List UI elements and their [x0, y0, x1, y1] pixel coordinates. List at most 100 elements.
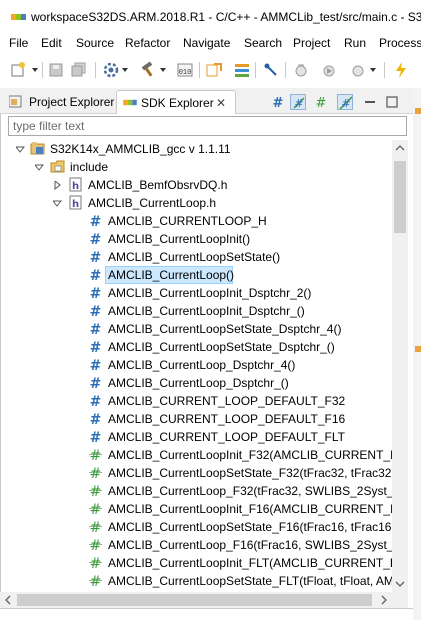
chevron-down-icon[interactable] — [53, 199, 62, 208]
chevron-right-icon[interactable] — [53, 181, 62, 190]
build-hammer-icon[interactable] — [139, 61, 157, 79]
chevron-down-icon[interactable] — [160, 67, 166, 73]
editor-marker-icon — [415, 108, 421, 114]
tree-item-function[interactable]: # AMCLIB_CurrentLoopSetState_F16(tFrac16… — [0, 518, 392, 536]
tree-item-macro[interactable]: # AMCLIB_CurrentLoopSetState() — [0, 248, 392, 266]
tree-item-macro[interactable]: # AMCLIB_CURRENT_LOOP_DEFAULT_F32 — [0, 392, 392, 410]
chevron-down-icon[interactable] — [370, 67, 376, 73]
macro-icon: # — [88, 375, 103, 390]
new-icon[interactable] — [9, 61, 27, 79]
horizontal-scroll-thumb[interactable] — [17, 594, 372, 606]
chevron-down-icon[interactable] — [32, 67, 38, 73]
header-file-icon: h — [68, 177, 83, 192]
svg-text:#: # — [90, 466, 102, 480]
tree-item-macro[interactable]: # AMCLIB_CurrentLoop_Dsptchr_() — [0, 374, 392, 392]
close-icon[interactable]: ✕ — [216, 96, 226, 110]
tree-item-function[interactable]: # AMCLIB_CurrentLoopInit_F32(AMCLIB_CURR… — [0, 446, 392, 464]
tree-item-macro[interactable]: # AMCLIB_CURRENTLOOP_H — [0, 212, 392, 230]
maximize-icon[interactable] — [384, 94, 400, 110]
function-icon: # — [88, 537, 103, 552]
menu-bar: File Edit Source Refactor Navigate Searc… — [0, 34, 421, 54]
menu-navigate[interactable]: Navigate — [183, 36, 230, 50]
tree-item-function[interactable]: # AMCLIB_CurrentLoop_F16(tFrac16, SWLIBS… — [0, 536, 392, 554]
tree-item-label: AMCLIB_CURRENTLOOP_H — [108, 214, 267, 228]
chevron-down-icon[interactable] — [122, 67, 128, 73]
tree-item-function[interactable]: # AMCLIB_CurrentLoopSetState_FLT(tFloat,… — [0, 572, 392, 590]
filter-input[interactable] — [13, 118, 403, 134]
chevron-down-icon[interactable] — [35, 163, 44, 172]
macro-icon: # — [88, 429, 103, 444]
menu-refactor[interactable]: Refactor — [125, 36, 170, 50]
vertical-scrollbar[interactable] — [392, 140, 408, 592]
open-element-icon[interactable] — [205, 61, 223, 79]
pin-icon[interactable] — [262, 61, 280, 79]
tree-item-macro[interactable]: # AMCLIB_CurrentLoopSetState_Dsptchr_() — [0, 338, 392, 356]
tab-project-explorer[interactable]: Project Explorer — [4, 90, 116, 113]
menu-file[interactable]: File — [9, 36, 28, 50]
macro-icon: # — [88, 303, 103, 318]
svg-text:#: # — [90, 268, 102, 282]
svg-text:#: # — [90, 538, 102, 552]
tree-item-macro[interactable]: # AMCLIB_CURRENT_LOOP_DEFAULT_F16 — [0, 410, 392, 428]
tree-item-header-file[interactable]: h AMCLIB_BemfObsrvDQ.h — [0, 176, 392, 194]
save-all-icon[interactable] — [70, 61, 88, 79]
binary-icon[interactable]: 010 — [176, 61, 194, 79]
main-toolbar: 010 — [0, 54, 421, 86]
scroll-left-icon[interactable] — [0, 592, 16, 608]
save-icon[interactable] — [47, 61, 65, 79]
menu-source[interactable]: Source — [76, 36, 114, 50]
run-config-icon[interactable] — [320, 61, 338, 79]
tree-item-include[interactable]: include — [0, 158, 392, 176]
collapse-icon[interactable]: # — [313, 94, 329, 110]
stack-icon[interactable] — [233, 61, 251, 79]
svg-text:#: # — [90, 304, 102, 318]
tree-item-function[interactable]: # AMCLIB_CurrentLoopSetState_F32(tFrac32… — [0, 464, 392, 482]
tree-item-sdk-root[interactable]: S32K14x_AMMCLIB_gcc v 1.1.11 — [0, 140, 392, 158]
tree-item-macro[interactable]: # AMCLIB_CurrentLoopInit_Dsptchr_() — [0, 302, 392, 320]
scroll-right-icon[interactable] — [376, 592, 392, 608]
external-tools-icon[interactable] — [349, 61, 367, 79]
tree-item-macro[interactable]: # AMCLIB_CurrentLoopInit_Dsptchr_2() — [0, 284, 392, 302]
tree-item-macro[interactable]: # AMCLIB_CurrentLoopInit() — [0, 230, 392, 248]
tree-item-macro-selected[interactable]: # AMCLIB_CurrentLoop() — [0, 266, 392, 284]
link-icon[interactable]: # — [290, 94, 306, 110]
macro-icon: # — [88, 339, 103, 354]
filter-icon[interactable]: # — [337, 94, 353, 110]
settings-icon[interactable] — [102, 61, 120, 79]
function-icon: # — [88, 519, 103, 534]
chevron-down-icon[interactable] — [16, 145, 25, 154]
show-definitions-icon[interactable]: # — [270, 94, 286, 110]
tree-item-label: S32K14x_AMMCLIB_gcc v 1.1.11 — [50, 142, 231, 156]
menu-project[interactable]: Project — [293, 36, 330, 50]
tree-item-label: AMCLIB_CURRENT_LOOP_DEFAULT_F32 — [108, 394, 346, 408]
tree-item-function[interactable]: # AMCLIB_CurrentLoopInit_F16(AMCLIB_CURR… — [0, 500, 392, 518]
tab-sdk-explorer[interactable]: SDK Explorer ✕ — [116, 90, 236, 114]
tree-item-label: AMCLIB_CurrentLoopInit_Dsptchr_2() — [108, 286, 312, 300]
sdk-tree: S32K14x_AMMCLIB_gcc v 1.1.11 include h A… — [0, 140, 392, 592]
svg-text:#: # — [294, 97, 303, 110]
macro-icon: # — [88, 357, 103, 372]
svg-text:h: h — [72, 199, 79, 210]
tree-item-function[interactable]: # AMCLIB_CurrentLoopInit_FLT(AMCLIB_CURR… — [0, 554, 392, 572]
svg-text:#: # — [90, 430, 102, 444]
scroll-down-icon[interactable] — [392, 576, 408, 592]
svg-text:h: h — [72, 181, 79, 192]
menu-processor[interactable]: Processo — [379, 36, 421, 50]
tree-item-label: AMCLIB_CurrentLoopInit_F32(AMCLIB_CURREN… — [108, 448, 392, 462]
horizontal-scrollbar[interactable] — [0, 592, 392, 608]
menu-run[interactable]: Run — [344, 36, 366, 50]
tree-item-macro[interactable]: # AMCLIB_CURRENT_LOOP_DEFAULT_FLT — [0, 428, 392, 446]
tree-item-macro[interactable]: # AMCLIB_CurrentLoop_Dsptchr_4() — [0, 356, 392, 374]
debug-config-icon[interactable] — [292, 61, 310, 79]
menu-edit[interactable]: Edit — [41, 36, 62, 50]
svg-text:#: # — [90, 574, 102, 588]
tree-item-function[interactable]: # AMCLIB_CurrentLoop_F32(tFrac32, SWLIBS… — [0, 482, 392, 500]
minimize-icon[interactable] — [362, 94, 378, 110]
svg-text:#: # — [90, 376, 102, 390]
tree-item-macro[interactable]: # AMCLIB_CurrentLoopSetState_Dsptchr_4() — [0, 320, 392, 338]
scroll-up-icon[interactable] — [392, 140, 408, 156]
menu-search[interactable]: Search — [244, 36, 282, 50]
lightning-icon[interactable] — [392, 61, 410, 79]
vertical-scroll-thumb[interactable] — [394, 161, 406, 233]
tree-item-header-file[interactable]: h AMCLIB_CurrentLoop.h — [0, 194, 392, 212]
